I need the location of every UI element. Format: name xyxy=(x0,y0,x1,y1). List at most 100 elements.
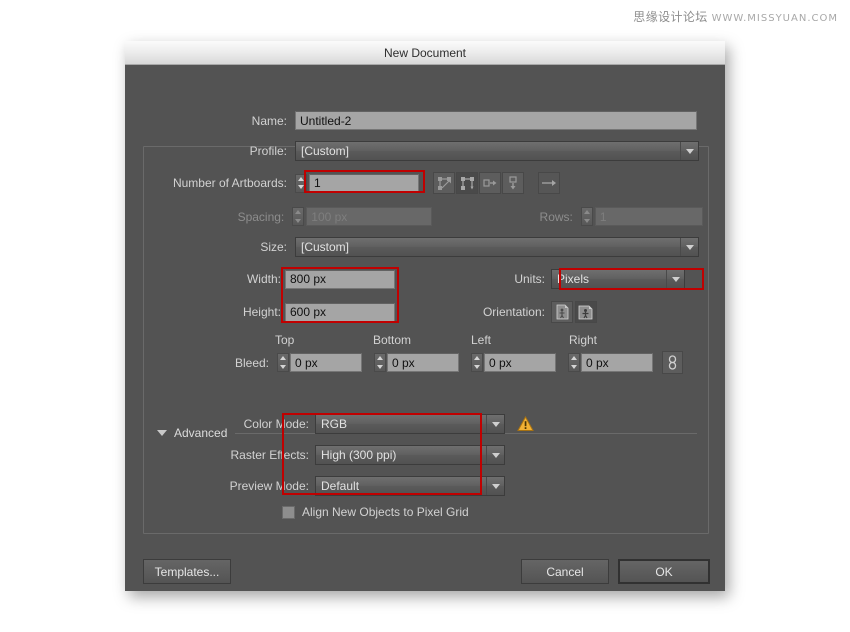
bleed-top-input[interactable]: 0 px xyxy=(290,353,362,372)
units-dropdown[interactable]: Pixels xyxy=(551,269,685,289)
grid-by-column-icon-button[interactable] xyxy=(456,172,478,194)
stepper-up-icon xyxy=(377,356,383,360)
bleed-label: Bleed: xyxy=(223,356,269,370)
grid-by-row-icon-button[interactable] xyxy=(433,172,455,194)
right-arrow-icon xyxy=(541,176,557,190)
preview-mode-dropdown[interactable]: Default xyxy=(315,476,505,496)
dialog-body: Name: Untitled-2 Profile: [Custom] Numbe… xyxy=(125,65,725,591)
color-mode-label: Color Mode: xyxy=(215,417,309,431)
preview-mode-row: Preview Mode: Default xyxy=(215,476,675,496)
chevron-down-icon xyxy=(680,238,698,256)
size-value: [Custom] xyxy=(301,240,349,254)
bleed-top-stepper[interactable] xyxy=(277,353,289,372)
preview-mode-label: Preview Mode: xyxy=(215,479,309,493)
flow-direction-button[interactable] xyxy=(538,172,560,194)
profile-dropdown[interactable]: [Custom] xyxy=(295,141,699,161)
site-watermark: 思缘设计论坛 WWW.MISSYUAN.COM xyxy=(633,8,838,25)
units-label: Units: xyxy=(485,272,545,286)
chevron-down-icon xyxy=(486,477,504,495)
align-pixel-grid-checkbox[interactable] xyxy=(282,506,295,519)
bleed-header-left: Left xyxy=(471,333,569,347)
bleed-header-right: Right xyxy=(569,333,667,347)
stepper-up-icon xyxy=(474,356,480,360)
width-row: Width: 800 px Units: Pixels xyxy=(225,269,745,289)
chevron-down-icon xyxy=(486,415,504,433)
stepper-down-icon xyxy=(584,219,590,223)
stepper-up-icon xyxy=(584,210,590,214)
new-document-dialog: New Document Name: Untitled-2 Profile: [… xyxy=(125,41,725,591)
stepper-up-icon xyxy=(280,356,286,360)
artboards-stepper[interactable] xyxy=(295,174,307,193)
name-label: Name: xyxy=(225,114,287,128)
raster-effects-dropdown[interactable]: High (300 ppi) xyxy=(315,445,505,465)
number-of-artboards-label: Number of Artboards: xyxy=(143,176,287,190)
chevron-down-icon xyxy=(486,446,504,464)
bleed-right-stepper[interactable] xyxy=(568,353,580,372)
width-label: Width: xyxy=(225,272,281,286)
ok-button[interactable]: OK xyxy=(618,559,710,584)
profile-label: Profile: xyxy=(225,144,287,158)
chevron-down-icon xyxy=(680,142,698,160)
chevron-down-icon xyxy=(666,270,684,288)
stepper-down-icon xyxy=(571,365,577,369)
name-row: Name: Untitled-2 xyxy=(225,111,705,130)
orientation-label: Orientation: xyxy=(461,305,545,319)
spacing-label: Spacing: xyxy=(143,210,284,224)
orientation-portrait-button[interactable] xyxy=(551,301,573,323)
raster-effects-label: Raster Effects: xyxy=(215,448,309,462)
preview-mode-value: Default xyxy=(321,479,359,493)
stepper-down-icon xyxy=(295,219,301,223)
height-row: Height: 600 px Orientation: xyxy=(225,301,745,323)
bleed-bottom-stepper[interactable] xyxy=(374,353,386,372)
landscape-icon xyxy=(578,304,594,320)
stepper-down-icon xyxy=(280,365,286,369)
number-of-artboards-row: Number of Artboards: 1 xyxy=(143,172,703,194)
size-dropdown[interactable]: [Custom] xyxy=(295,237,699,257)
align-pixel-grid-row[interactable]: Align New Objects to Pixel Grid xyxy=(282,505,582,519)
rows-input[interactable]: 1 xyxy=(595,207,703,226)
bleed-left-stepper[interactable] xyxy=(471,353,483,372)
raster-effects-row: Raster Effects: High (300 ppi) xyxy=(215,445,675,465)
height-label: Height: xyxy=(225,305,281,319)
bleed-row: Bleed: 0 px 0 px 0 px 0 px xyxy=(223,351,703,374)
color-mode-dropdown[interactable]: RGB xyxy=(315,414,505,434)
name-input[interactable]: Untitled-2 xyxy=(295,111,697,130)
stepper-down-icon xyxy=(298,185,304,189)
align-pixel-grid-label: Align New Objects to Pixel Grid xyxy=(302,505,469,519)
bleed-headers-row: Top Bottom Left Right xyxy=(275,333,705,347)
disclosure-triangle-down-icon xyxy=(157,430,167,436)
dialog-titlebar: New Document xyxy=(125,41,725,65)
watermark-chinese-text: 思缘设计论坛 xyxy=(633,10,707,24)
arrange-by-row-icon-button[interactable] xyxy=(479,172,501,194)
width-input[interactable]: 800 px xyxy=(285,270,395,289)
color-mode-row: Color Mode: RGB xyxy=(215,414,675,434)
cancel-button[interactable]: Cancel xyxy=(521,559,609,584)
bleed-link-button[interactable] xyxy=(662,351,683,374)
watermark-url: WWW.MISSYUAN.COM xyxy=(712,13,838,24)
stepper-up-icon xyxy=(298,177,304,181)
dialog-title: New Document xyxy=(384,46,466,60)
profile-row: Profile: [Custom] xyxy=(225,141,725,161)
bleed-header-bottom: Bottom xyxy=(373,333,471,347)
units-value: Pixels xyxy=(557,272,589,286)
stepper-down-icon xyxy=(377,365,383,369)
profile-value: [Custom] xyxy=(301,144,349,158)
spacing-row: Spacing: 100 px Rows: 1 xyxy=(143,207,703,226)
raster-effects-value: High (300 ppi) xyxy=(321,448,396,462)
spacing-input[interactable]: 100 px xyxy=(306,207,432,226)
templates-button[interactable]: Templates... xyxy=(143,559,231,584)
height-input[interactable]: 600 px xyxy=(285,303,395,322)
spacing-stepper[interactable] xyxy=(292,207,304,226)
arrange-by-column-icon-button[interactable] xyxy=(502,172,524,194)
bleed-right-input[interactable]: 0 px xyxy=(581,353,653,372)
bleed-bottom-input[interactable]: 0 px xyxy=(387,353,459,372)
bleed-header-top: Top xyxy=(275,333,373,347)
bleed-left-input[interactable]: 0 px xyxy=(484,353,556,372)
number-of-artboards-input[interactable]: 1 xyxy=(309,174,419,193)
orientation-landscape-button[interactable] xyxy=(575,301,597,323)
color-mode-value: RGB xyxy=(321,417,347,431)
rows-stepper[interactable] xyxy=(581,207,593,226)
rows-label: Rows: xyxy=(514,210,573,224)
stepper-up-icon xyxy=(571,356,577,360)
grid-by-column-icon xyxy=(460,176,475,191)
